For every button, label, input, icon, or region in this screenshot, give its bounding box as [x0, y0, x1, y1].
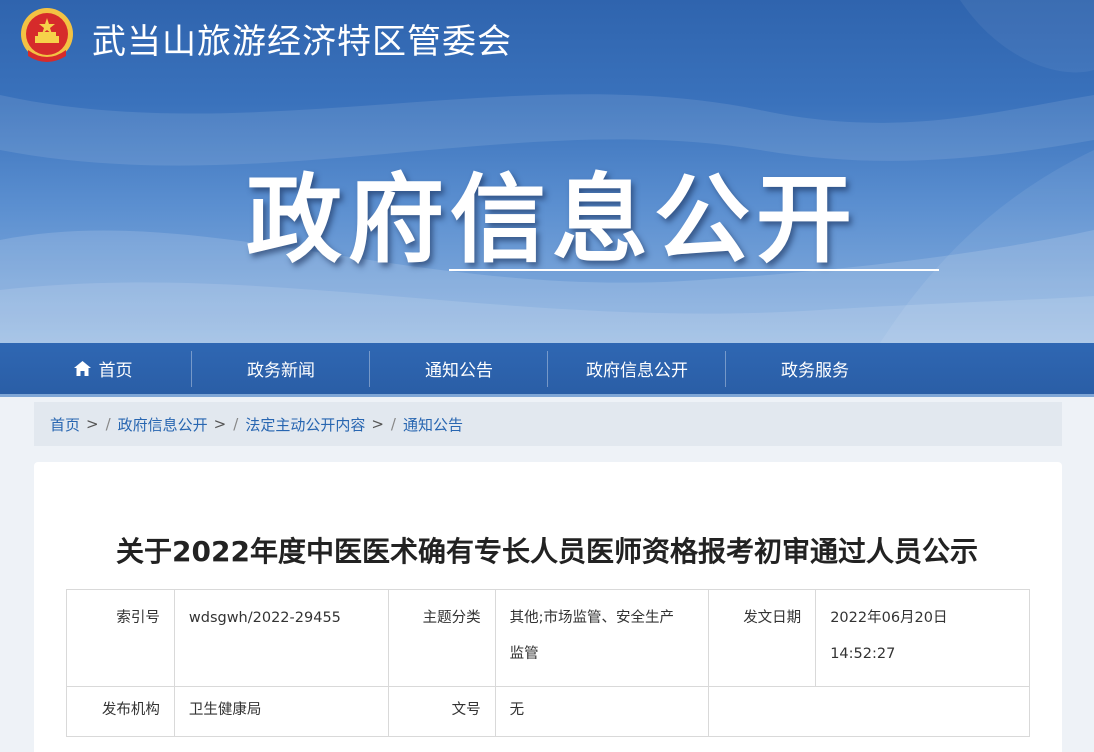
- meta-value-topic: 其他;市场监管、安全生产 监管: [494, 589, 710, 687]
- nav-item-label: 首页: [98, 361, 133, 381]
- meta-label-date: 发文日期: [708, 589, 817, 687]
- meta-label-org: 发布机构: [66, 686, 175, 737]
- meta-empty-cell: [708, 686, 1030, 737]
- breadcrumb-notices[interactable]: 通知公告: [403, 414, 463, 435]
- meta-label-index: 索引号: [66, 589, 175, 687]
- breadcrumb-gov-info[interactable]: 政府信息公开: [118, 414, 208, 435]
- meta-label-topic: 主题分类: [387, 589, 496, 687]
- meta-label-docno: 文号: [387, 686, 496, 737]
- meta-value-docno: 无: [494, 686, 710, 737]
- nav-item-home[interactable]: 首页: [14, 343, 192, 394]
- breadcrumb-home[interactable]: 首页: [50, 414, 80, 435]
- nav-item-label: 通知公告: [425, 361, 493, 381]
- meta-value-date-line2: 14:52:27: [830, 646, 896, 662]
- breadcrumb-separator: >: [86, 415, 99, 433]
- banner-title: 政府信息公开: [246, 164, 858, 276]
- nav-item-gov-info[interactable]: 政府信息公开: [548, 343, 726, 394]
- national-emblem-icon: [21, 8, 73, 62]
- article-title: 关于2022年度中医医术确有专长人员医师资格报考初审通过人员公示: [116, 535, 978, 568]
- meta-value-topic-line2: 监管: [509, 646, 539, 662]
- breadcrumb: 首页 > / 政府信息公开 > / 法定主动公开内容 > / 通知公告: [34, 402, 1062, 446]
- meta-value-date-line1: 2022年06月20日: [830, 610, 948, 626]
- breadcrumb-separator: >: [371, 415, 384, 433]
- meta-row: 发布机构 卫生健康局 文号 无: [66, 686, 1030, 737]
- meta-value-date: 2022年06月20日 14:52:27: [815, 589, 1030, 687]
- nav-item-label: 政府信息公开: [586, 361, 688, 381]
- meta-row: 索引号 wdsgwh/2022-29455 主题分类 其他;市场监管、安全生产 …: [66, 589, 1030, 687]
- breadcrumb-divider: /: [105, 415, 111, 433]
- nav-item-news[interactable]: 政务新闻: [192, 343, 370, 394]
- header-banner: 武当山旅游经济特区管委会 政府信息公开: [0, 0, 1094, 343]
- meta-value-index-text: wdsgwh/2022-29455: [188, 610, 341, 626]
- breadcrumb-statutory-content[interactable]: 法定主动公开内容: [245, 414, 365, 435]
- breadcrumb-divider: /: [390, 415, 396, 433]
- home-icon: [73, 361, 91, 376]
- banner-title-underline: [449, 269, 939, 271]
- nav-item-label: 政务服务: [781, 361, 849, 381]
- breadcrumb-divider: /: [233, 415, 239, 433]
- breadcrumb-separator: >: [213, 415, 227, 433]
- meta-value-org: 卫生健康局: [173, 686, 389, 737]
- site-title: 武当山旅游经济特区管委会: [92, 22, 512, 62]
- nav-item-label: 政务新闻: [247, 361, 315, 381]
- meta-value-topic-line1: 其他;市场监管、安全生产: [509, 610, 674, 626]
- nav-item-notices[interactable]: 通知公告: [370, 343, 548, 394]
- article-meta-table: 索引号 wdsgwh/2022-29455 主题分类 其他;市场监管、安全生产 …: [66, 589, 1030, 737]
- main-nav: 首页 政务新闻 通知公告 政府信息公开 政务服务: [0, 343, 1094, 397]
- nav-item-services[interactable]: 政务服务: [726, 343, 904, 394]
- meta-value-index: wdsgwh/2022-29455: [173, 589, 389, 687]
